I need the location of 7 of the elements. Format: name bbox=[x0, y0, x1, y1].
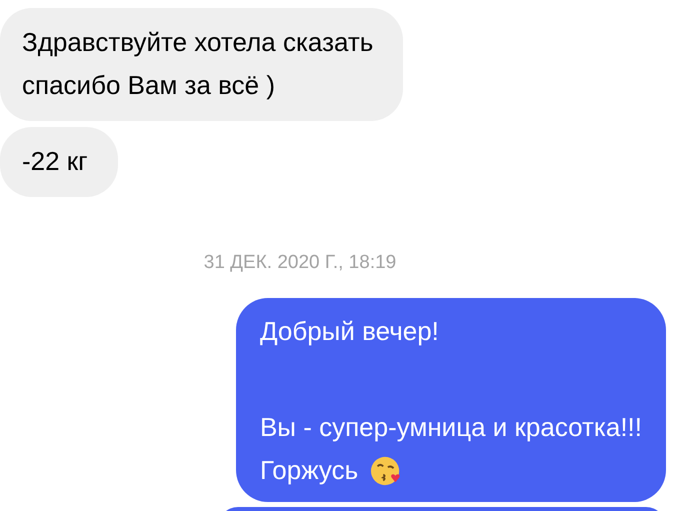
message-text: Здравствуйте хотела сказать bbox=[22, 26, 374, 59]
message-text: Горжусь bbox=[260, 454, 358, 487]
message-text: Вы - супер-умница и красотка!!! bbox=[260, 411, 642, 444]
message-text: спасибо Вам за всё ) bbox=[22, 69, 276, 102]
message-text: Добрый вечер! bbox=[260, 315, 439, 348]
message-text: -22 кг bbox=[22, 145, 88, 178]
timestamp: 31 ДЕК. 2020 Г., 18:19 bbox=[204, 251, 398, 275]
